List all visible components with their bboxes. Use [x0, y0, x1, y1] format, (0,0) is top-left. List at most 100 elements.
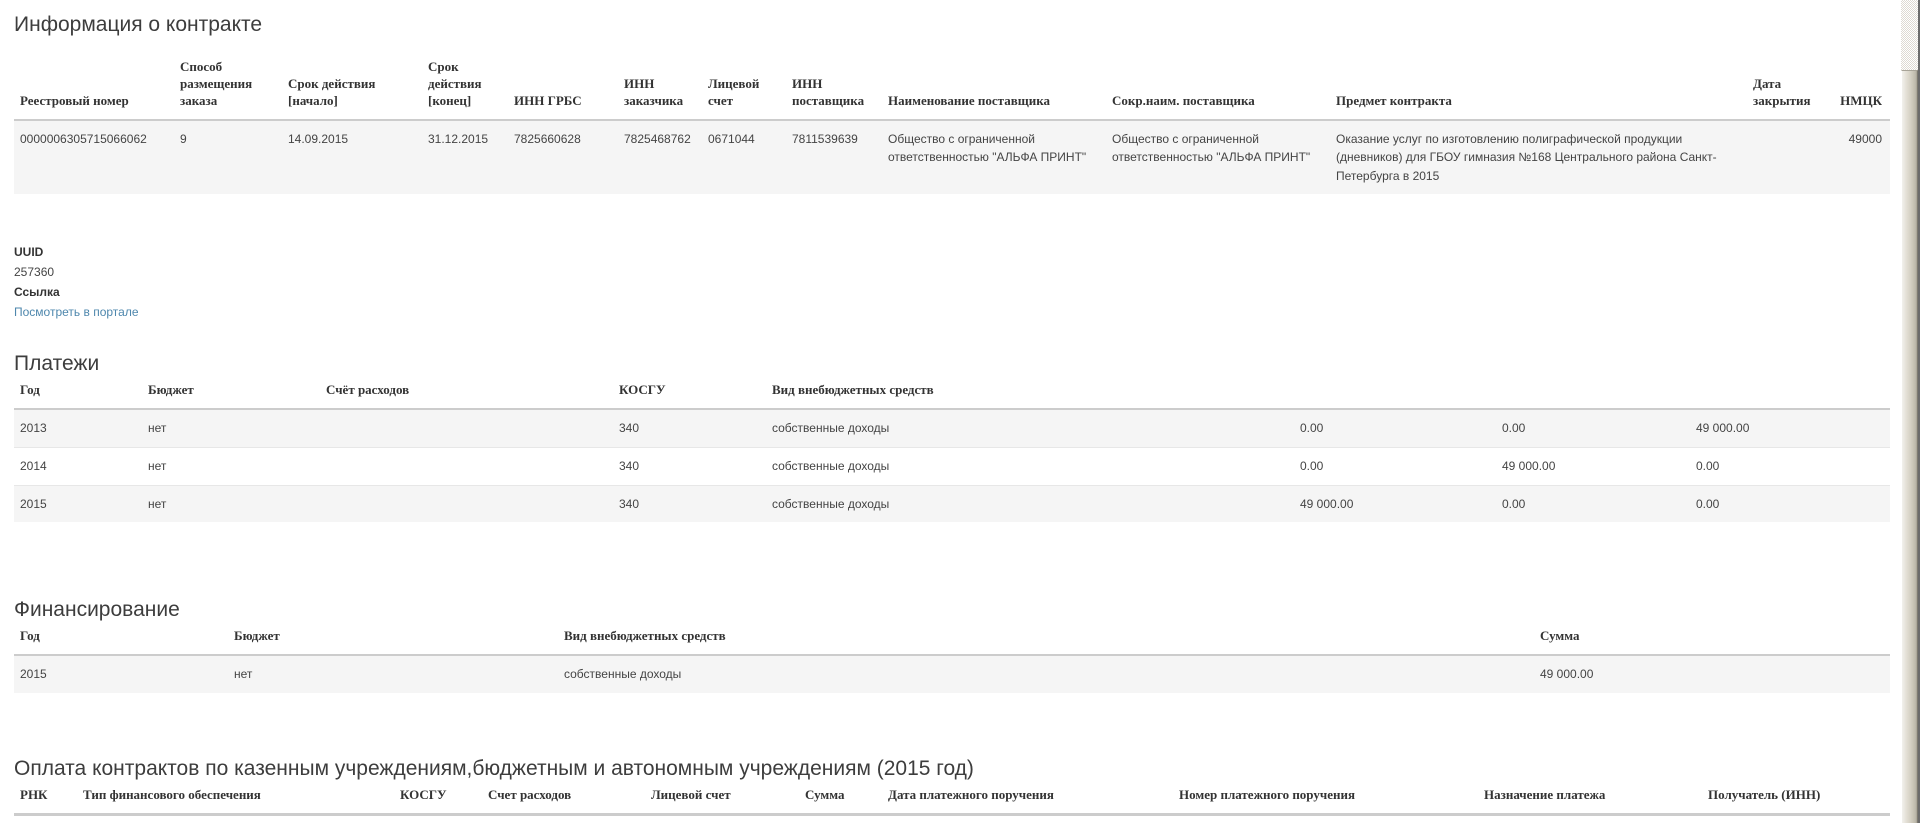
financing-row-2015: 2015 нет собственные доходы 49 000.00	[14, 655, 1890, 693]
contract-payment-table: РНК Тип финансового обеспечения КОСГУ Сч…	[14, 784, 1890, 816]
contract-payment-header-row: РНК Тип финансового обеспечения КОСГУ Сч…	[14, 784, 1890, 816]
cell-kosgu: 340	[613, 446, 766, 486]
column-header-term-start: Срок действия [начало]	[282, 57, 422, 121]
portal-link[interactable]: Посмотреть в портале	[14, 305, 139, 319]
column-header-kosgu: КОСГУ	[394, 784, 482, 816]
uuid-label: UUID	[14, 245, 44, 260]
cell-expense-acct	[320, 409, 613, 448]
cell-expense-acct	[320, 484, 613, 523]
cell-amount-2: 49 000.00	[1496, 446, 1690, 486]
cell-extrabudget: собственные доходы	[766, 446, 1294, 486]
cell-inn-grbs: 7825660628	[508, 119, 618, 195]
contract-payment-title: Оплата контрактов по казенным учреждения…	[14, 756, 974, 780]
column-header-fin-type: Тип финансового обеспечения	[77, 784, 394, 816]
cell-kosgu: 340	[613, 409, 766, 448]
cell-extrabudget: собственные доходы	[766, 484, 1294, 523]
cell-personal-account: 0671044	[702, 119, 786, 195]
column-header-subject: Предмет контракта	[1330, 57, 1747, 121]
column-header-personal-account: Лицевой счет	[702, 57, 786, 121]
financing-header-row: Год Бюджет Вид внебюджетных средств Сумм…	[14, 626, 1890, 657]
cell-amount-2: 0.00	[1496, 409, 1690, 448]
column-header-extrabudget: Вид внебюджетных средств	[558, 626, 1534, 657]
uuid-value: 257360	[14, 265, 55, 280]
payments-table: Год Бюджет Счёт расходов КОСГУ Вид внебю…	[14, 380, 1890, 523]
column-header-expense-acct: Счет расходов	[482, 784, 645, 816]
column-header-year: Год	[14, 380, 142, 411]
contract-info-title: Информация о контракте	[14, 13, 263, 36]
column-header-expense-acct: Счёт расходов	[320, 380, 613, 411]
column-header-inn-customer: ИНН заказчика	[618, 57, 702, 121]
cell-supplier-short: Общество с ограниченной ответственностью…	[1106, 119, 1330, 195]
cell-close-date	[1747, 119, 1832, 195]
column-header-sum: Сумма	[1534, 626, 1890, 657]
column-header-rnk: РНК	[14, 784, 77, 816]
cell-budget: нет	[142, 409, 320, 448]
column-header-payorder-num: Номер платежного поручения	[1173, 784, 1478, 816]
cell-amount-2: 0.00	[1496, 484, 1690, 523]
column-header-extrabudget: Вид внебюджетных средств	[766, 380, 1294, 411]
column-header-registry-number: Реестровый номер	[14, 57, 174, 121]
column-header-personal-acct: Лицевой счет	[645, 784, 799, 816]
cell-inn-supplier: 7811539639	[786, 119, 882, 195]
column-header-inn-supplier: ИНН поставщика	[786, 57, 882, 121]
cell-inn-customer: 7825468762	[618, 119, 702, 195]
payments-row-2013: 2013 нет 340 собственные доходы 0.00 0.0…	[14, 409, 1890, 448]
cell-amount-3: 49 000.00	[1690, 409, 1890, 448]
cell-year: 2015	[14, 655, 228, 693]
cell-budget: нет	[142, 446, 320, 486]
cell-nmck: 49000	[1832, 119, 1890, 195]
column-header-term-end: Срок действия [конец]	[422, 57, 508, 121]
cell-amount-1: 0.00	[1294, 446, 1496, 486]
cell-amount-3: 0.00	[1690, 484, 1890, 523]
payments-row-2015: 2015 нет 340 собственные доходы 49 000.0…	[14, 484, 1890, 523]
uuid-link-block: UUID 257360 Ссылка Посмотреть в портале	[14, 242, 1890, 322]
contract-info-table: Реестровый номер Способ размещения заказ…	[14, 57, 1890, 195]
cell-amount-1: 0.00	[1294, 409, 1496, 448]
vertical-scrollbar-thumb[interactable]	[1901, 70, 1918, 823]
cell-registry-number: 0000006305715066062	[14, 119, 174, 195]
cell-term-start: 14.09.2015	[282, 119, 422, 195]
column-header-sum: Сумма	[799, 784, 882, 816]
financing-title: Финансирование	[14, 598, 180, 622]
cell-year: 2013	[14, 409, 142, 448]
cell-sum: 49 000.00	[1534, 655, 1890, 693]
cell-supplier-name: Общество с ограниченной ответственностью…	[882, 119, 1106, 195]
column-header-amount-2	[1496, 380, 1690, 411]
cell-placement-method: 9	[174, 119, 282, 195]
cell-amount-3: 0.00	[1690, 446, 1890, 486]
column-header-placement-method: Способ размещения заказа	[174, 57, 282, 121]
cell-kosgu: 340	[613, 484, 766, 523]
column-header-pay-purpose: Назначение платежа	[1478, 784, 1702, 816]
column-header-kosgu: КОСГУ	[613, 380, 766, 411]
financing-table: Год Бюджет Вид внебюджетных средств Сумм…	[14, 626, 1890, 693]
cell-extrabudget: собственные доходы	[558, 655, 1534, 693]
cell-subject: Оказание услуг по изготовлению полиграфи…	[1330, 119, 1747, 195]
cell-extrabudget: собственные доходы	[766, 409, 1294, 448]
column-header-inn-grbs: ИНН ГРБС	[508, 57, 618, 121]
cell-year: 2015	[14, 484, 142, 523]
link-label: Ссылка	[14, 285, 60, 300]
payments-title: Платежи	[14, 352, 100, 376]
column-header-year: Год	[14, 626, 228, 657]
column-header-budget: Бюджет	[228, 626, 558, 657]
cell-budget: нет	[142, 484, 320, 523]
contract-info-row: 0000006305715066062 9 14.09.2015 31.12.2…	[14, 119, 1890, 195]
payments-header-row: Год Бюджет Счёт расходов КОСГУ Вид внебю…	[14, 380, 1890, 411]
column-header-amount-1	[1294, 380, 1496, 411]
column-header-nmck: НМЦК	[1832, 57, 1890, 121]
column-header-payorder-date: Дата платежного поручения	[882, 784, 1173, 816]
column-header-supplier-short: Сокр.наим. поставщика	[1106, 57, 1330, 121]
column-header-recipient-inn: Получатель (ИНН)	[1702, 784, 1890, 816]
vertical-scrollbar-track[interactable]	[1901, 0, 1918, 823]
contract-info-header-row: Реестровый номер Способ размещения заказ…	[14, 57, 1890, 121]
column-header-amount-3	[1690, 380, 1890, 411]
page-content: Информация о контракте Реестровый номер …	[14, 0, 1890, 816]
column-header-close-date: Дата закрытия	[1747, 57, 1832, 121]
cell-expense-acct	[320, 446, 613, 486]
payments-row-2014: 2014 нет 340 собственные доходы 0.00 49 …	[14, 446, 1890, 486]
cell-amount-1: 49 000.00	[1294, 484, 1496, 523]
cell-year: 2014	[14, 446, 142, 486]
column-header-budget: Бюджет	[142, 380, 320, 411]
cell-budget: нет	[228, 655, 558, 693]
column-header-supplier-name: Наименование поставщика	[882, 57, 1106, 121]
